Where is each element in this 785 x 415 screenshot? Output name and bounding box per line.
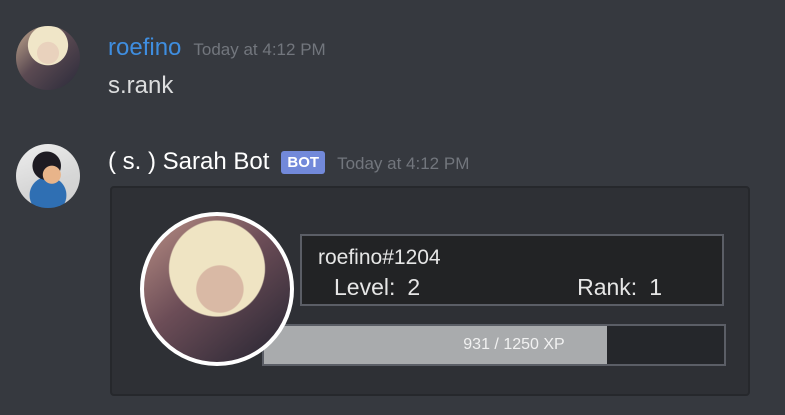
message-header: roefino Today at 4:12 PM: [108, 34, 326, 62]
user-avatar[interactable]: [16, 26, 80, 90]
bot-username[interactable]: ( s. ) Sarah Bot: [108, 148, 269, 176]
timestamp: Today at 4:12 PM: [337, 154, 470, 173]
rank-stats: Level: 2 Rank: 1: [334, 274, 662, 301]
rank-card-avatar: [140, 212, 294, 366]
timestamp: Today at 4:12 PM: [193, 40, 326, 59]
bot-tag: BOT: [281, 150, 326, 174]
user-tag: roefino#1204: [318, 246, 441, 269]
message-header: ( s. ) Sarah Bot BOT Today at 4:12 PM: [108, 148, 469, 176]
level-value: 2: [407, 274, 421, 300]
rank-info-box: roefino#1204 Level: 2 Rank: 1: [300, 234, 724, 306]
rank-label: Rank:: [577, 274, 638, 300]
rank-card: roefino#1204 Level: 2 Rank: 1 931 / 1250 X…: [110, 186, 750, 396]
level-stat: Level: 2: [334, 274, 420, 301]
level-label: Level:: [334, 274, 396, 300]
message-content: s.rank: [108, 72, 174, 99]
rank-value: 1: [649, 274, 662, 300]
xp-progress-bar: 931 / 1250 XP: [262, 324, 726, 366]
username[interactable]: roefino: [108, 34, 181, 62]
rank-stat: Rank: 1: [577, 274, 662, 301]
xp-text: 931 / 1250 XP: [463, 336, 565, 353]
bot-avatar[interactable]: [16, 144, 80, 208]
